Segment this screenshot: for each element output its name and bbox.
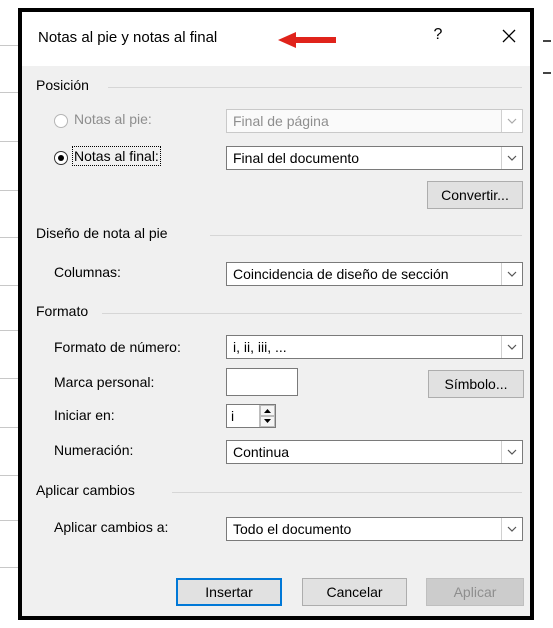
convertir-button[interactable]: Convertir... (427, 181, 523, 209)
iniciar-en-stepper[interactable]: i (226, 404, 276, 428)
label-marca-personal: Marca personal: (54, 374, 155, 390)
label-notas-al-final: Notas al final: (72, 146, 161, 166)
dialog-title: Notas al pie y notas al final (38, 29, 218, 46)
group-label-aplicar: Aplicar cambios (36, 482, 135, 498)
group-label-posicion: Posición (36, 77, 89, 93)
select-value: Continua (233, 444, 290, 460)
title-bar: Notas al pie y notas al final ? (22, 12, 530, 66)
label-numeracion: Numeración: (54, 442, 134, 458)
select-value: Final del documento (233, 150, 360, 166)
select-numeracion[interactable]: Continua (226, 440, 523, 464)
chevron-down-icon (501, 518, 522, 540)
select-aplicar-cambios-a[interactable]: Todo el documento (226, 517, 523, 541)
chevron-down-icon (501, 336, 522, 358)
background-document-left (0, 0, 18, 628)
divider (102, 313, 522, 314)
select-value: Coincidencia de diseño de sección (233, 266, 449, 282)
red-arrow-icon (278, 32, 336, 48)
select-columnas[interactable]: Coincidencia de diseño de sección (226, 262, 523, 286)
aplicar-button[interactable]: Aplicar (426, 578, 524, 606)
label-columnas: Columnas: (54, 264, 121, 280)
cancelar-button[interactable]: Cancelar (302, 578, 407, 606)
select-notas-al-pie[interactable]: Final de página (226, 109, 523, 133)
chevron-down-icon (501, 110, 522, 132)
spin-arrows-icon[interactable] (259, 405, 275, 427)
label-iniciar-en: Iniciar en: (54, 407, 115, 423)
radio-selected-dot (58, 155, 64, 161)
divider (172, 492, 522, 493)
select-value: i, ii, iii, ... (233, 339, 287, 355)
select-notas-al-final[interactable]: Final del documento (226, 146, 523, 170)
radio-notas-al-final[interactable] (54, 151, 68, 165)
label-formato-numero: Formato de número: (54, 339, 181, 355)
group-label-diseno: Diseño de nota al pie (36, 225, 168, 241)
divider (108, 87, 522, 88)
background-document-right (539, 0, 553, 628)
divider (210, 235, 522, 236)
help-button[interactable]: ? (426, 26, 450, 44)
chevron-down-icon (501, 263, 522, 285)
label-aplicar-cambios-a: Aplicar cambios a: (54, 519, 169, 535)
label-notas-al-pie: Notas al pie: (74, 111, 152, 127)
simbolo-button[interactable]: Símbolo... (428, 370, 524, 398)
chevron-down-icon (501, 147, 522, 169)
group-label-formato: Formato (36, 303, 89, 319)
radio-notas-al-pie[interactable] (54, 114, 68, 128)
select-value: Todo el documento (233, 521, 352, 537)
insertar-button[interactable]: Insertar (176, 578, 282, 606)
select-value: Final de página (233, 113, 329, 129)
close-icon[interactable] (496, 23, 522, 49)
background-mark (543, 40, 551, 50)
footnotes-dialog: Notas al pie y notas al final ? Posición… (18, 8, 534, 620)
background-mark (543, 72, 551, 82)
stepper-value: i (231, 408, 235, 424)
chevron-down-icon (501, 441, 522, 463)
select-formato-numero[interactable]: i, ii, iii, ... (226, 335, 523, 359)
marca-personal-input[interactable] (226, 368, 298, 396)
